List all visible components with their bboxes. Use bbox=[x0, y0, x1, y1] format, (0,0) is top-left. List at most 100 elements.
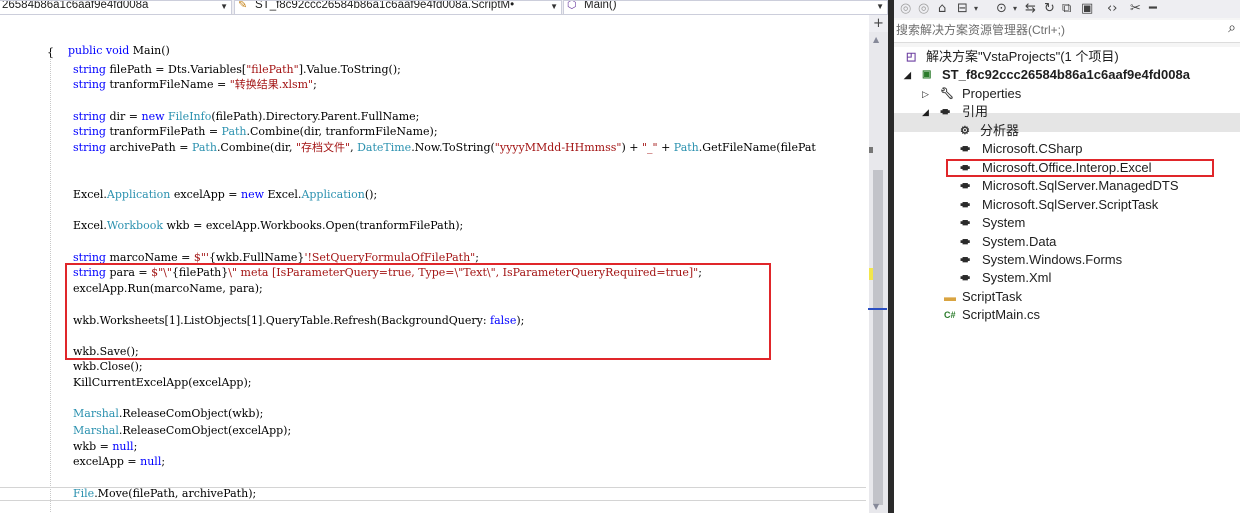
keyword-public: public bbox=[67, 44, 103, 57]
code-line-release-app[interactable]: Marshal.ReleaseComObject(excelApp); bbox=[73, 425, 291, 437]
switch-views-icon[interactable]: ⊟ bbox=[957, 0, 968, 18]
split-window-icon[interactable]: + bbox=[869, 15, 888, 32]
code-token: ; bbox=[313, 78, 317, 91]
class-dropdown[interactable]: ✎ ST_f8c92ccc26584b86a1c6aaf9e4fd008a.Sc… bbox=[234, 0, 562, 15]
code-line-file-move[interactable]: File.Move(filePath, archivePath); bbox=[73, 488, 256, 500]
solution-explorer-toolbar: ◎ ◎ ⌂ ⊟ ▾ ⊙ ▾ ⇆ ↻ ⧉ ▣ ‹› ✂ ━ bbox=[894, 0, 1240, 18]
method-name: Main() bbox=[132, 44, 170, 57]
solution-search-box[interactable]: ⌕ bbox=[894, 20, 1240, 43]
tree-item-label: System.Xml bbox=[982, 270, 1052, 285]
code-line-kill[interactable]: KillCurrentExcelApp(excelApp); bbox=[73, 377, 251, 389]
tree-item-label: System.Windows.Forms bbox=[982, 252, 1123, 267]
chevron-down-icon[interactable]: ▾ bbox=[974, 0, 978, 18]
vertical-scrollbar[interactable]: + ▲ ▼ bbox=[868, 15, 888, 513]
code-token: .Move(filePath, archivePath); bbox=[94, 487, 257, 500]
code-line-filepath[interactable]: string filePath = Dts.Variables["filePat… bbox=[73, 64, 401, 76]
code-token: string bbox=[73, 63, 106, 76]
expanded-arrow-icon[interactable]: ◢ bbox=[904, 66, 916, 84]
code-token: Path bbox=[221, 125, 247, 138]
tree-item-label: ScriptTask bbox=[962, 289, 1022, 304]
tree-item-label: 分析器 bbox=[980, 123, 1020, 138]
show-all-files-icon[interactable]: ▣ bbox=[1081, 0, 1093, 18]
chevron-down-icon[interactable]: ▾ bbox=[1013, 0, 1017, 18]
code-token: excelApp = bbox=[73, 455, 141, 468]
tree-item-label: System bbox=[982, 215, 1026, 230]
code-line-excel-app[interactable]: Excel.Application excelApp = new Excel.A… bbox=[73, 189, 377, 201]
indent-guide bbox=[50, 48, 52, 513]
view-code-icon[interactable]: ‹› bbox=[1107, 0, 1117, 18]
properties-wrench-icon[interactable]: ✂ bbox=[1130, 0, 1141, 18]
code-token: .Combine(dir, tranformFileName); bbox=[246, 125, 438, 138]
keyword-void: void bbox=[105, 44, 130, 57]
tree-item-label: Properties bbox=[962, 86, 1022, 101]
scrollbar-thumb[interactable] bbox=[873, 170, 883, 505]
refresh-icon[interactable]: ↻ bbox=[1044, 0, 1055, 18]
code-token: archivePath = bbox=[105, 141, 192, 154]
code-token: new bbox=[141, 110, 165, 123]
reference-icon: ▪■▪ bbox=[960, 236, 971, 248]
chevron-down-icon: ▼ bbox=[220, 2, 228, 11]
highlight-box bbox=[65, 263, 771, 360]
project-dropdown[interactable]: 26584b86a1c6aaf9e4fd008a ▼ bbox=[0, 0, 232, 15]
code-token: (filePath).Directory.Parent.FullName; bbox=[211, 110, 420, 123]
scrollbar-caret-marker bbox=[868, 308, 887, 310]
code-line-release-wkb[interactable]: Marshal.ReleaseComObject(wkb); bbox=[73, 408, 263, 420]
code-text-area[interactable]: public void Main() { string filePath = D… bbox=[0, 15, 868, 513]
code-token: filePath = Dts.Variables[ bbox=[105, 63, 247, 76]
code-token: null bbox=[140, 455, 162, 468]
code-line-app-null[interactable]: excelApp = null; bbox=[73, 456, 165, 468]
member-dropdown[interactable]: ⬡ Main() ▼ bbox=[563, 0, 888, 15]
code-token: File bbox=[73, 487, 95, 500]
analyzer-icon: ⚙ bbox=[960, 125, 970, 137]
tree-item-label: Microsoft.SqlServer.ManagedDTS bbox=[982, 178, 1179, 193]
code-line-close[interactable]: wkb.Close(); bbox=[73, 361, 143, 373]
code-token: ].Value.ToString(); bbox=[298, 63, 401, 76]
scroll-down-icon[interactable]: ▼ bbox=[873, 502, 879, 511]
expanded-arrow-icon[interactable]: ◢ bbox=[922, 103, 934, 121]
back-icon[interactable]: ◎ bbox=[900, 0, 911, 18]
code-token: "存档文件" bbox=[295, 141, 351, 154]
code-token: Marshal bbox=[73, 424, 119, 437]
collapse-all-icon[interactable]: ⧉ bbox=[1062, 0, 1071, 18]
code-line-open-brace[interactable]: { bbox=[47, 47, 54, 59]
code-line-archive-path[interactable]: string archivePath = Path.Combine(dir, "… bbox=[73, 142, 816, 154]
code-line-tranform-filepath[interactable]: string tranformFilePath = Path.Combine(d… bbox=[73, 126, 438, 138]
solution-search-input[interactable] bbox=[896, 22, 1216, 38]
wrench-icon: 🔧︎ bbox=[940, 88, 954, 100]
code-line-workbook[interactable]: Excel.Workbook wkb = excelApp.Workbooks.… bbox=[73, 220, 463, 232]
class-icon: ✎ bbox=[238, 0, 248, 11]
collapsed-arrow-icon[interactable]: ▷ bbox=[922, 85, 934, 103]
code-token: Excel. bbox=[73, 219, 107, 232]
code-token: ; bbox=[133, 440, 138, 453]
code-line-dir[interactable]: string dir = new FileInfo(filePath).Dire… bbox=[73, 111, 419, 123]
code-line-wkb-null[interactable]: wkb = null; bbox=[73, 441, 137, 453]
preview-icon[interactable]: ━ bbox=[1149, 0, 1157, 18]
member-dropdown-value: Main() bbox=[584, 0, 617, 11]
code-editor[interactable]: 26584b86a1c6aaf9e4fd008a ▼ ✎ ST_f8c92ccc… bbox=[0, 0, 888, 513]
code-token: wkb.Close(); bbox=[73, 360, 143, 373]
home-icon[interactable]: ⌂ bbox=[938, 0, 946, 18]
tree-item-label: Microsoft.SqlServer.ScriptTask bbox=[982, 197, 1159, 212]
code-token: KillCurrentExcelApp(excelApp); bbox=[73, 376, 252, 389]
forward-icon[interactable]: ◎ bbox=[918, 0, 929, 18]
code-token: tranformFileName = bbox=[105, 78, 230, 91]
code-token: string bbox=[73, 125, 106, 138]
code-token: "yyyyMMdd-HHmmss" bbox=[494, 141, 622, 154]
code-token: string bbox=[73, 141, 106, 154]
csharp-project-icon: ▣ bbox=[922, 69, 932, 80]
solution-tree[interactable]: ◰ 解决方案"VstaProjects"(1 个项目) ◢ ▣ ST_f8c92… bbox=[894, 47, 1240, 513]
pending-changes-icon[interactable]: ⊙ bbox=[996, 0, 1007, 18]
reference-icon: ▪■▪ bbox=[960, 254, 971, 266]
search-icon[interactable]: ⌕ bbox=[1228, 20, 1236, 36]
solution-explorer: ◎ ◎ ⌂ ⊟ ▾ ⊙ ▾ ⇆ ↻ ⧉ ▣ ‹› ✂ ━ ⌕ ◰ 解决方案"Vs… bbox=[894, 0, 1240, 513]
code-token: excelApp = bbox=[170, 188, 241, 201]
code-line-tranform-filename[interactable]: string tranformFileName = "转换结果.xlsm"; bbox=[73, 79, 317, 91]
sync-icon[interactable]: ⇆ bbox=[1025, 0, 1036, 18]
tree-item-label: Microsoft.CSharp bbox=[982, 141, 1083, 156]
code-token: Workbook bbox=[106, 219, 163, 232]
scroll-up-icon[interactable]: ▲ bbox=[873, 35, 879, 44]
code-token: Application bbox=[106, 188, 171, 201]
reference-icon: ▪■▪ bbox=[960, 143, 971, 155]
code-token: FileInfo bbox=[168, 110, 212, 123]
code-token: Path bbox=[191, 141, 217, 154]
